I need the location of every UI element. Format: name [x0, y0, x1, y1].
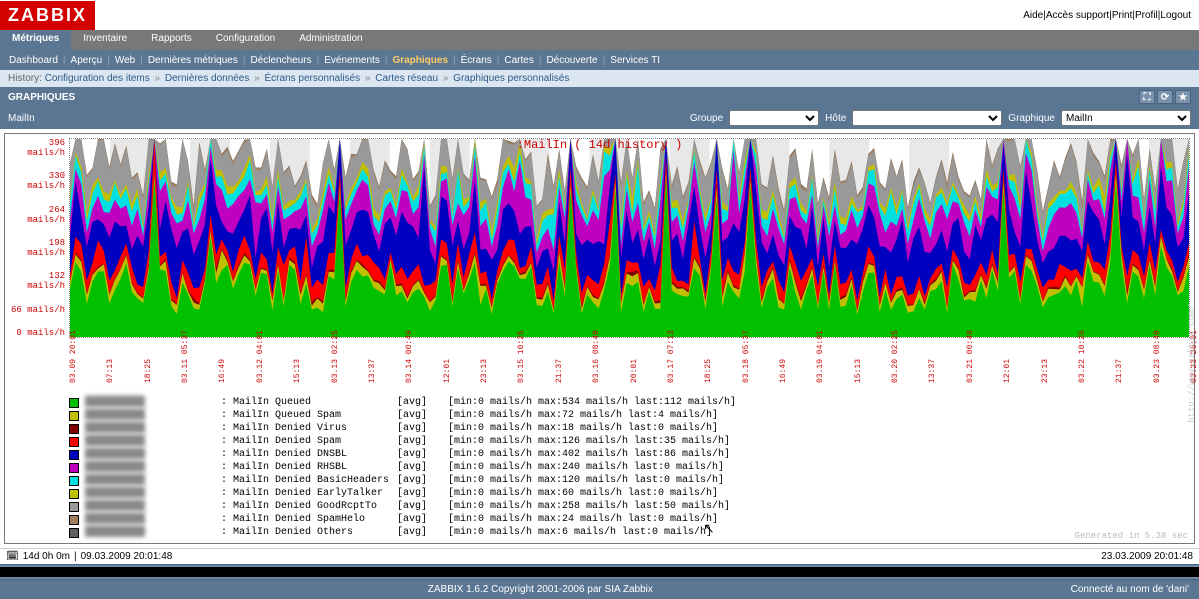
x-axis: 03.09 20:0107:1318:2503.11 05:3716:4903.…: [69, 338, 1190, 388]
watermark: http://www.zabbix.com/: [1187, 304, 1197, 423]
groupe-label: Groupe: [690, 113, 723, 124]
sub-tab-0[interactable]: Dashboard: [6, 55, 61, 66]
sub-tab-7[interactable]: Écrans: [458, 55, 495, 66]
graphique-select[interactable]: MailIn: [1061, 110, 1191, 126]
section-title: GRAPHIQUES: [8, 92, 75, 103]
print-link[interactable]: Print: [1112, 10, 1133, 21]
legend-swatch: [69, 476, 79, 486]
legend-swatch: [69, 398, 79, 408]
logout-link[interactable]: Logout: [1160, 10, 1191, 21]
history-link-0[interactable]: Configuration des items: [45, 73, 150, 84]
legend-swatch: [69, 450, 79, 460]
main-tab-configuration[interactable]: Configuration: [204, 30, 287, 50]
footer-copyright: ZABBIX 1.6.2 Copyright 2001-2006 par SIA…: [428, 584, 653, 595]
top-links: Aide|Accès support|Print|Profil|Logout: [1023, 10, 1199, 21]
sub-tab-4[interactable]: Déclencheurs: [247, 55, 314, 66]
sub-tab-10[interactable]: Services TI: [607, 55, 663, 66]
refresh-icon[interactable]: ⟳: [1157, 90, 1173, 104]
sub-tab-1[interactable]: Aperçu: [68, 55, 106, 66]
legend-row: ██████████: MailIn Denied GoodRcptTo[avg…: [69, 500, 1190, 513]
help-link[interactable]: Aide: [1023, 10, 1043, 21]
legend-swatch: [69, 528, 79, 538]
legend-row: ██████████: MailIn Denied EarlyTalker[av…: [69, 487, 1190, 500]
legend-row: ██████████: MailIn Queued[avg][min:0 mai…: [69, 396, 1190, 409]
sub-tab-9[interactable]: Découverte: [543, 55, 600, 66]
sub-tab-3[interactable]: Dernières métriques: [145, 55, 241, 66]
time-end: 23.03.2009 20:01:48: [1101, 551, 1193, 562]
legend-swatch: [69, 411, 79, 421]
legend-swatch: [69, 502, 79, 512]
favorite-icon[interactable]: ★: [1175, 90, 1191, 104]
legend-row: ██████████: MailIn Queued Spam[avg][min:…: [69, 409, 1190, 422]
legend-row: ██████████: MailIn Denied RHSBL[avg][min…: [69, 461, 1190, 474]
history-bar: History: Configuration des items » Derni…: [0, 70, 1199, 87]
hote-label: Hôte: [825, 113, 846, 124]
legend-swatch: [69, 489, 79, 499]
history-link-2[interactable]: Écrans personnalisés: [265, 73, 361, 84]
main-nav: MétriquesInventaireRapportsConfiguration…: [0, 30, 1199, 50]
graph-title: :MailIn ( 14d history ): [5, 138, 1194, 152]
app-logo: ZABBIX: [0, 1, 95, 30]
legend-swatch: [69, 463, 79, 473]
history-link-1[interactable]: Dernières données: [165, 73, 250, 84]
main-tab-rapports[interactable]: Rapports: [139, 30, 204, 50]
fullscreen-icon[interactable]: ⛶: [1139, 90, 1155, 104]
legend-swatch: [69, 515, 79, 525]
chart-plot[interactable]: [69, 138, 1190, 338]
history-link-3[interactable]: Cartes réseau: [375, 73, 438, 84]
legend-row: ██████████: MailIn Denied Spam[avg][min:…: [69, 435, 1190, 448]
graphique-label: Graphique: [1008, 113, 1055, 124]
main-tab-inventaire[interactable]: Inventaire: [71, 30, 139, 50]
y-axis: 396 mails/h330 mails/h264 mails/h198 mai…: [9, 138, 69, 338]
main-tab-métriques[interactable]: Métriques: [0, 30, 71, 50]
footer-login: Connecté au nom de 'dani': [1071, 584, 1189, 595]
time-scrollbar[interactable]: [0, 564, 1199, 580]
main-tab-administration[interactable]: Administration: [287, 30, 374, 50]
legend-row: ██████████: MailIn Denied DNSBL[avg][min…: [69, 448, 1190, 461]
legend-swatch: [69, 424, 79, 434]
legend-row: ██████████: MailIn Denied Others[avg][mi…: [69, 526, 1190, 539]
profile-link[interactable]: Profil: [1135, 10, 1158, 21]
history-label: History:: [8, 73, 42, 84]
support-link[interactable]: Accès support: [1046, 10, 1109, 21]
sub-tab-5[interactable]: Evénements: [321, 55, 383, 66]
calendar-icon[interactable]: 🗓: [6, 551, 19, 562]
sub-tab-8[interactable]: Cartes: [501, 55, 536, 66]
chart-legend: ██████████: MailIn Queued[avg][min:0 mai…: [69, 396, 1190, 539]
time-start: 09.03.2009 20:01:48: [81, 551, 173, 562]
groupe-select[interactable]: [729, 110, 819, 126]
legend-row: ██████████: MailIn Denied Virus[avg][min…: [69, 422, 1190, 435]
graph-container: :MailIn ( 14d history ) 396 mails/h330 m…: [4, 133, 1195, 544]
time-range: 14d 0h 0m: [23, 551, 70, 562]
sub-tab-2[interactable]: Web: [112, 55, 138, 66]
generated-note: Generated in 5.38 sec: [1075, 531, 1188, 541]
legend-swatch: [69, 437, 79, 447]
legend-row: ██████████: MailIn Denied BasicHeaders[a…: [69, 474, 1190, 487]
graph-name: MailIn: [8, 113, 684, 124]
hote-select[interactable]: [852, 110, 1002, 126]
sub-nav: Dashboard|Aperçu|Web|Dernières métriques…: [0, 50, 1199, 70]
sub-tab-6[interactable]: Graphiques: [389, 55, 451, 66]
history-link-4[interactable]: Graphiques personnalisés: [453, 73, 569, 84]
legend-row: ██████████: MailIn Denied SpamHelo[avg][…: [69, 513, 1190, 526]
